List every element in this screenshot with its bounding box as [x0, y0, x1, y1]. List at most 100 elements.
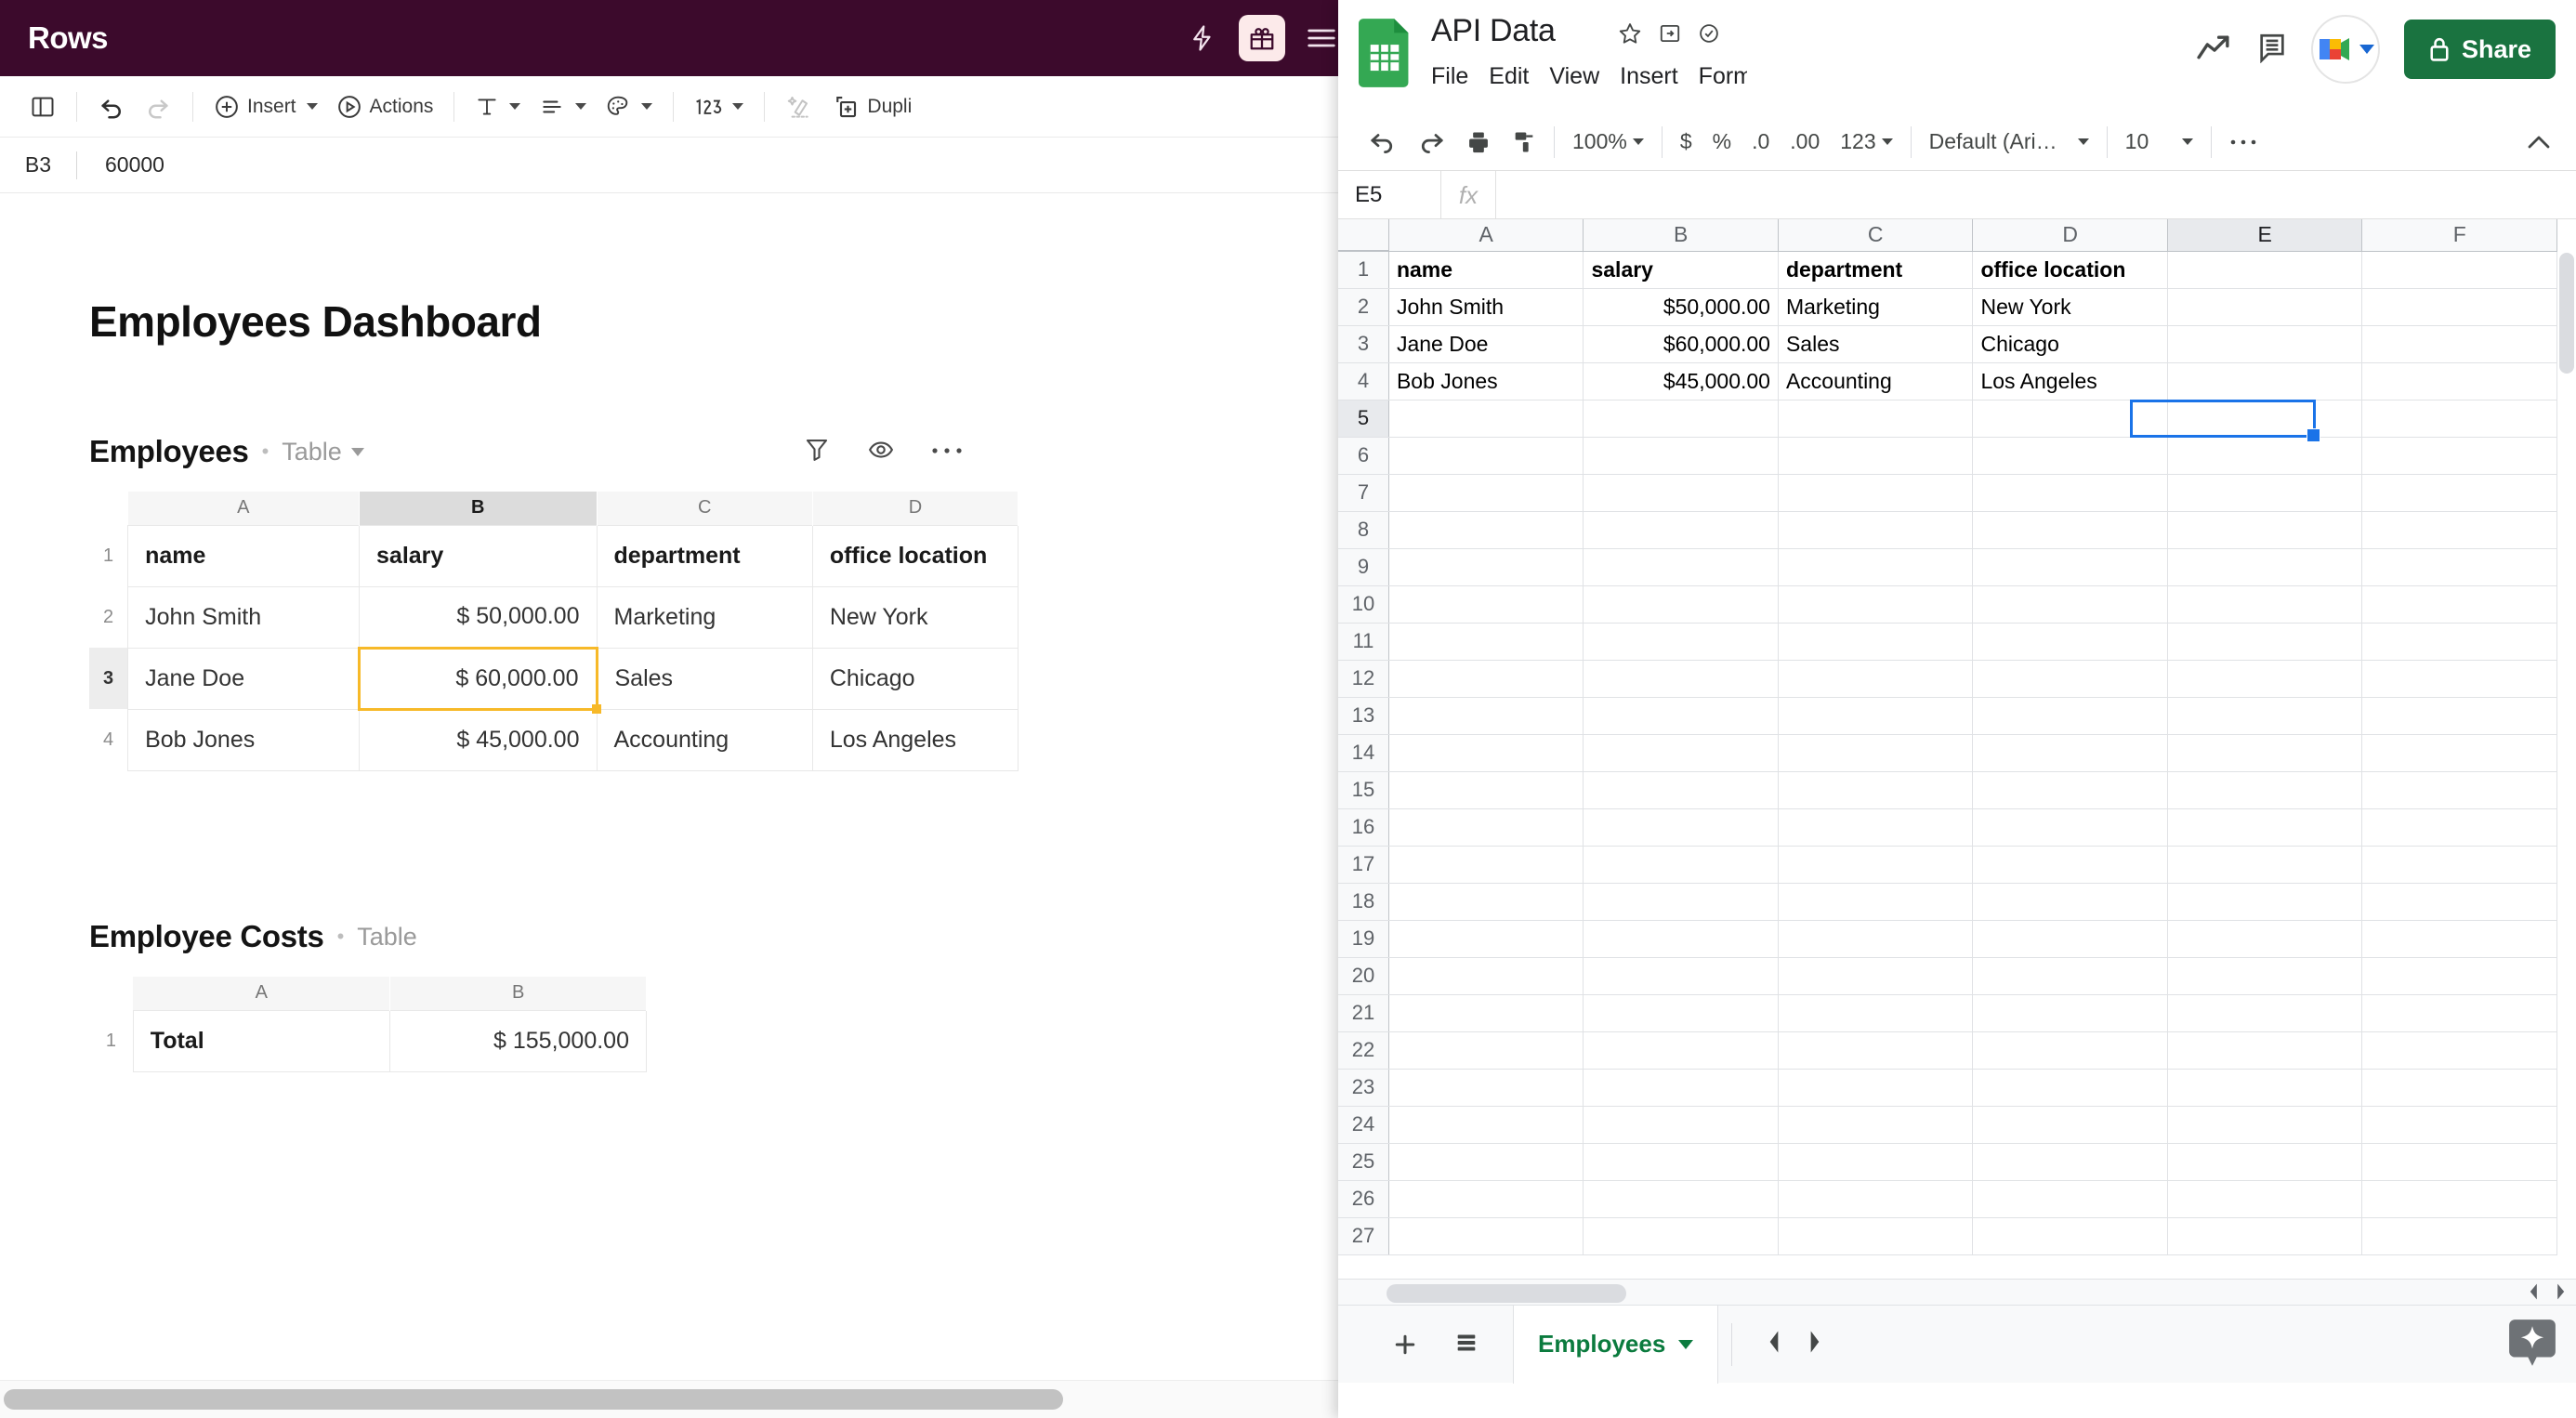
cell-a22[interactable] [1388, 1031, 1584, 1070]
table-row[interactable]: 5 [1338, 400, 2557, 438]
employee-costs-table[interactable]: A B 1 Total $ 155,000.00 [89, 977, 647, 1072]
cell-d24[interactable] [1972, 1106, 2168, 1144]
paint-format-icon[interactable] [1502, 120, 1546, 164]
cell-d25[interactable] [1972, 1143, 2168, 1181]
cell-e15[interactable] [2167, 771, 2363, 809]
redo-button[interactable] [135, 85, 181, 128]
cell-e18[interactable] [2167, 883, 2363, 921]
cell-a8[interactable] [1388, 511, 1584, 549]
row-header-22[interactable]: 22 [1338, 1031, 1389, 1070]
cell-c12[interactable] [1778, 660, 1974, 698]
cell-f26[interactable] [2361, 1180, 2557, 1218]
cell-c24[interactable] [1778, 1106, 1974, 1144]
cell-f4[interactable] [2361, 362, 2557, 400]
comment-icon[interactable] [2257, 32, 2287, 68]
row-header-4[interactable]: 4 [1338, 362, 1389, 400]
cell-c3[interactable]: Sales [1778, 325, 1974, 363]
cell-d5[interactable] [1972, 400, 2168, 438]
cell-a21[interactable] [1388, 994, 1584, 1032]
column-header-a[interactable]: A [1388, 219, 1584, 252]
cell-e23[interactable] [2167, 1069, 2363, 1107]
cell-b13[interactable] [1583, 697, 1779, 735]
percent-format-button[interactable]: % [1702, 120, 1741, 164]
cell-f11[interactable] [2361, 623, 2557, 661]
cell-a3[interactable]: Jane Doe [127, 647, 361, 710]
cell-d23[interactable] [1972, 1069, 2168, 1107]
row-header-27[interactable]: 27 [1338, 1217, 1389, 1255]
menu-view[interactable]: View [1549, 63, 1599, 90]
row-header-10[interactable]: 10 [1338, 585, 1389, 624]
cell-b7[interactable] [1583, 474, 1779, 512]
cell-f16[interactable] [2361, 808, 2557, 847]
column-header-b[interactable]: B [389, 977, 647, 1010]
number-format-selector[interactable]: 123 [1830, 120, 1902, 164]
cell-a19[interactable] [1388, 920, 1584, 958]
cell-d10[interactable] [1972, 585, 2168, 624]
cell-c22[interactable] [1778, 1031, 1974, 1070]
cell-e10[interactable] [2167, 585, 2363, 624]
row-header-2[interactable]: 2 [89, 586, 128, 648]
table-row[interactable]: 19 [1338, 920, 2557, 958]
cell-a23[interactable] [1388, 1069, 1584, 1107]
cell-a10[interactable] [1388, 585, 1584, 624]
table-row[interactable]: 3 Jane Doe $60,000.00 Sales Chicago [1338, 325, 2557, 363]
sheets-grid[interactable]: A B C D E F 1 name salary department off… [1338, 219, 2576, 1305]
sheets-horizontal-scrollbar[interactable] [1338, 1279, 2576, 1305]
cell-d1[interactable]: office location [1972, 251, 2168, 289]
duplicate-button[interactable]: Dupli [822, 85, 921, 128]
cell-f24[interactable] [2361, 1106, 2557, 1144]
cell-f5[interactable] [2361, 400, 2557, 438]
next-sheet-icon[interactable] [1807, 1330, 1823, 1359]
cell-d22[interactable] [1972, 1031, 2168, 1070]
collapse-toolbar-icon[interactable] [2515, 120, 2563, 164]
all-sheets-icon[interactable] [1440, 1319, 1492, 1371]
cell-b2[interactable]: $50,000.00 [1583, 288, 1779, 326]
cell-b11[interactable] [1583, 623, 1779, 661]
cell-f12[interactable] [2361, 660, 2557, 698]
font-size-selector[interactable]: 10 [2115, 120, 2204, 164]
table-row[interactable]: 21 [1338, 994, 2557, 1032]
column-header-b[interactable]: B [359, 492, 598, 525]
cell-e2[interactable] [2167, 288, 2363, 326]
chevron-down-icon[interactable] [350, 447, 364, 456]
cell-f17[interactable] [2361, 846, 2557, 884]
cell-d4[interactable]: Los Angeles [1972, 362, 2168, 400]
table-row[interactable]: 18 [1338, 883, 2557, 921]
cell-a27[interactable] [1388, 1217, 1584, 1255]
sidebar-toggle-button[interactable] [20, 85, 65, 128]
cell-c27[interactable] [1778, 1217, 1974, 1255]
table-row[interactable]: 2 John Smith $50,000.00 Marketing New Yo… [1338, 288, 2557, 326]
cell-b3-selected[interactable]: $ 60,000.00 [358, 646, 603, 715]
lightning-icon[interactable] [1179, 15, 1226, 61]
cell-f2[interactable] [2361, 288, 2557, 326]
currency-format-button[interactable]: $ [1670, 120, 1702, 164]
cell-c19[interactable] [1778, 920, 1974, 958]
cell-d18[interactable] [1972, 883, 2168, 921]
cell-b1[interactable]: salary [359, 524, 598, 587]
cell-b27[interactable] [1583, 1217, 1779, 1255]
row-header-16[interactable]: 16 [1338, 808, 1389, 847]
star-icon[interactable] [1617, 20, 1643, 51]
employees-table[interactable]: A B C D 1 name salary department office … [89, 492, 1019, 771]
cell-c25[interactable] [1778, 1143, 1974, 1181]
cell-b1[interactable]: $ 155,000.00 [389, 1009, 647, 1072]
widget-type-label[interactable]: Table [282, 438, 342, 466]
cell-d6[interactable] [1972, 437, 2168, 475]
row-header-15[interactable]: 15 [1338, 771, 1389, 809]
cell-f22[interactable] [2361, 1031, 2557, 1070]
table-row[interactable]: 9 [1338, 548, 2557, 586]
cell-e8[interactable] [2167, 511, 2363, 549]
cell-a4[interactable]: Bob Jones [1388, 362, 1584, 400]
row-header-26[interactable]: 26 [1338, 1180, 1389, 1218]
cell-d2[interactable]: New York [811, 585, 1019, 649]
menu-format[interactable]: Format [1699, 63, 1747, 90]
cell-a18[interactable] [1388, 883, 1584, 921]
cell-e14[interactable] [2167, 734, 2363, 772]
cell-a11[interactable] [1388, 623, 1584, 661]
row-header-24[interactable]: 24 [1338, 1106, 1389, 1144]
row-header-7[interactable]: 7 [1338, 474, 1389, 512]
cell-e22[interactable] [2167, 1031, 2363, 1070]
cell-c1[interactable]: department [1778, 251, 1974, 289]
row-header-4[interactable]: 4 [89, 709, 128, 770]
cell-f1[interactable] [2361, 251, 2557, 289]
